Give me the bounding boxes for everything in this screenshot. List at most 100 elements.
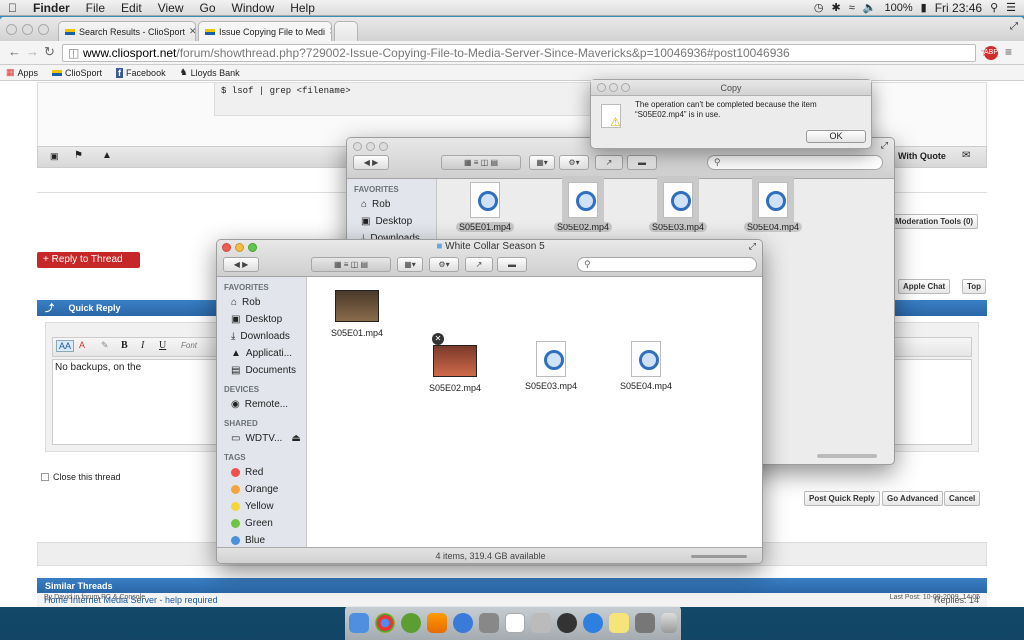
sidebar-tag-blue[interactable]: Blue — [217, 532, 306, 547]
icon-size-slider[interactable] — [691, 555, 747, 558]
post-quick-reply-button[interactable]: Post Quick Reply — [804, 491, 880, 506]
menu-help[interactable]: Help — [282, 0, 323, 16]
chrome-dock-icon[interactable] — [375, 613, 395, 633]
menu-go[interactable]: Go — [192, 0, 224, 16]
back-forward-buttons[interactable]: ◀ ▶ — [223, 257, 259, 272]
share-button[interactable]: ↗ — [595, 155, 623, 170]
menu-view[interactable]: View — [150, 0, 192, 16]
sidebar-item-wdtv[interactable]: ▭ WDTV... ⏏ — [217, 430, 306, 447]
camera-dock-icon[interactable] — [557, 613, 577, 633]
system-preferences-dock-icon[interactable] — [635, 613, 655, 633]
forward-icon[interactable]: → — [26, 44, 39, 59]
vlc-dock-icon[interactable] — [427, 613, 447, 633]
sidebar-item-desktop[interactable]: ▣ Desktop — [217, 311, 306, 328]
sidebar-item-rob[interactable]: ⌂ Rob — [217, 294, 306, 311]
top-button[interactable]: Top — [962, 279, 987, 294]
bluetooth-icon[interactable]: ✱ — [832, 1, 841, 14]
fullscreen-icon[interactable]: ⤢ — [881, 140, 888, 151]
finder-search-input[interactable]: ⚲ — [577, 257, 757, 272]
sidebar-tag-green[interactable]: Green — [217, 515, 306, 532]
battery-percent[interactable]: 100% — [885, 2, 913, 14]
close-window-button[interactable] — [6, 24, 17, 35]
font-select[interactable]: Font — [181, 341, 197, 350]
clock[interactable]: Fri 23:46 — [935, 1, 982, 15]
action-gear-button[interactable]: ⚙▾ — [559, 155, 589, 170]
fullscreen-icon[interactable]: ⤢ — [749, 241, 756, 252]
minimize-dialog-button[interactable] — [609, 83, 618, 92]
icon-size-slider[interactable] — [817, 454, 877, 458]
cancel-copy-icon[interactable]: ✕ — [432, 333, 444, 345]
trash-dock-icon[interactable] — [661, 613, 677, 633]
app-menu[interactable]: Finder — [25, 0, 78, 16]
font-size-icon[interactable]: AA — [56, 340, 75, 352]
file-item[interactable]: S05E02.mp4 — [543, 182, 623, 232]
volume-icon[interactable]: 🔈 — [863, 1, 877, 14]
file-item[interactable]: S05E01.mp4 — [445, 182, 525, 232]
underline-icon[interactable]: U — [159, 340, 166, 351]
view-mode-buttons[interactable]: ▦ ≡ ◫ ▤ — [441, 155, 521, 170]
new-tab-button[interactable] — [334, 21, 358, 41]
apple-menu-icon[interactable]:  — [0, 0, 25, 16]
file-item[interactable]: ✕ S05E02.mp4 — [415, 333, 495, 393]
preview-dock-icon[interactable] — [531, 613, 551, 633]
close-dialog-button[interactable] — [597, 83, 606, 92]
minimize-window-button[interactable] — [366, 142, 375, 151]
go-advanced-button[interactable]: Go Advanced — [882, 491, 944, 506]
close-window-button[interactable] — [353, 142, 362, 151]
file-item[interactable]: S05E04.mp4 — [606, 341, 686, 391]
file-item[interactable]: S05E03.mp4 — [638, 182, 718, 232]
arrange-button[interactable]: ▦▾ — [529, 155, 555, 170]
bookmark-lloyds[interactable]: ♞ Lloyds Bank — [180, 67, 240, 78]
report-icon[interactable]: ▲ — [102, 150, 112, 161]
tags-button[interactable]: ▬ — [627, 155, 657, 170]
clipboard-icon[interactable]: ✎ — [101, 340, 109, 351]
eject-icon[interactable]: ⏏ — [291, 433, 300, 444]
app-store-dock-icon[interactable] — [583, 613, 603, 633]
sidebar-item-desktop[interactable]: ▣ Desktop — [347, 213, 436, 230]
photo-app-dock-icon[interactable] — [479, 613, 499, 633]
utorrent-dock-icon[interactable] — [401, 613, 421, 633]
action-gear-button[interactable]: ⚙▾ — [429, 257, 459, 272]
back-forward-buttons[interactable]: ◀ ▶ — [353, 155, 389, 170]
battery-icon[interactable]: ▮ — [921, 1, 927, 14]
calendar-dock-icon[interactable] — [505, 613, 525, 633]
sidebar-item-downloads[interactable]: ⤓ Downloads — [217, 328, 306, 345]
view-mode-buttons[interactable]: ▦ ≡ ◫ ▤ — [311, 257, 391, 272]
italic-icon[interactable]: I — [141, 340, 144, 351]
time-machine-icon[interactable]: ◷ — [814, 1, 824, 14]
file-item[interactable]: S05E01.mp4 — [317, 290, 397, 338]
file-item[interactable]: S05E04.mp4 — [733, 182, 813, 232]
arrange-button[interactable]: ▦▾ — [397, 257, 423, 272]
share-button[interactable]: ↗ — [465, 257, 493, 272]
adblock-icon[interactable]: ABP — [984, 46, 998, 60]
sidebar-tag-red[interactable]: Red — [217, 464, 306, 481]
menu-window[interactable]: Window — [224, 0, 283, 16]
ip-icon[interactable]: ▣ — [50, 151, 59, 162]
close-tab-icon[interactable]: ✕ — [189, 26, 195, 37]
reply-with-quote-link[interactable]: With Quote — [898, 151, 946, 161]
notification-center-icon[interactable]: ☰ — [1006, 1, 1016, 14]
reply-to-thread-button[interactable]: + Reply to Thread — [37, 252, 140, 268]
bookmark-cliosport[interactable]: ClioSport — [52, 68, 102, 78]
sidebar-tag-yellow[interactable]: Yellow — [217, 498, 306, 515]
close-thread-option[interactable]: Close this thread — [41, 472, 121, 482]
chrome-menu-icon[interactable]: ≡ — [1005, 45, 1012, 59]
close-thread-checkbox[interactable] — [41, 473, 49, 481]
file-item[interactable]: S05E03.mp4 — [511, 341, 591, 391]
zoom-dialog-button[interactable] — [621, 83, 630, 92]
zoom-window-button[interactable] — [38, 24, 49, 35]
sidebar-tag-orange[interactable]: Orange — [217, 481, 306, 498]
address-bar[interactable]: ◫ www.cliosport.net/forum/showthread.php… — [62, 44, 976, 62]
menu-edit[interactable]: Edit — [113, 0, 150, 16]
cancel-button[interactable]: Cancel — [944, 491, 981, 506]
finder-search-input[interactable]: ⚲ — [707, 155, 883, 170]
zoom-window-button[interactable] — [379, 142, 388, 151]
fullscreen-icon[interactable]: ⤢ — [1010, 21, 1018, 32]
bookmark-apps[interactable]: ▦ Apps — [6, 67, 38, 78]
multi-quote-icon[interactable]: ✉ — [962, 150, 970, 161]
wifi-icon[interactable]: ≈ — [849, 2, 855, 14]
apple-chat-button[interactable]: Apple Chat — [898, 279, 951, 294]
font-color-icon[interactable]: A — [79, 340, 85, 350]
sidebar-item-remote[interactable]: ◉ Remote... — [217, 396, 306, 413]
bookmark-facebook[interactable]: f Facebook — [116, 67, 166, 78]
